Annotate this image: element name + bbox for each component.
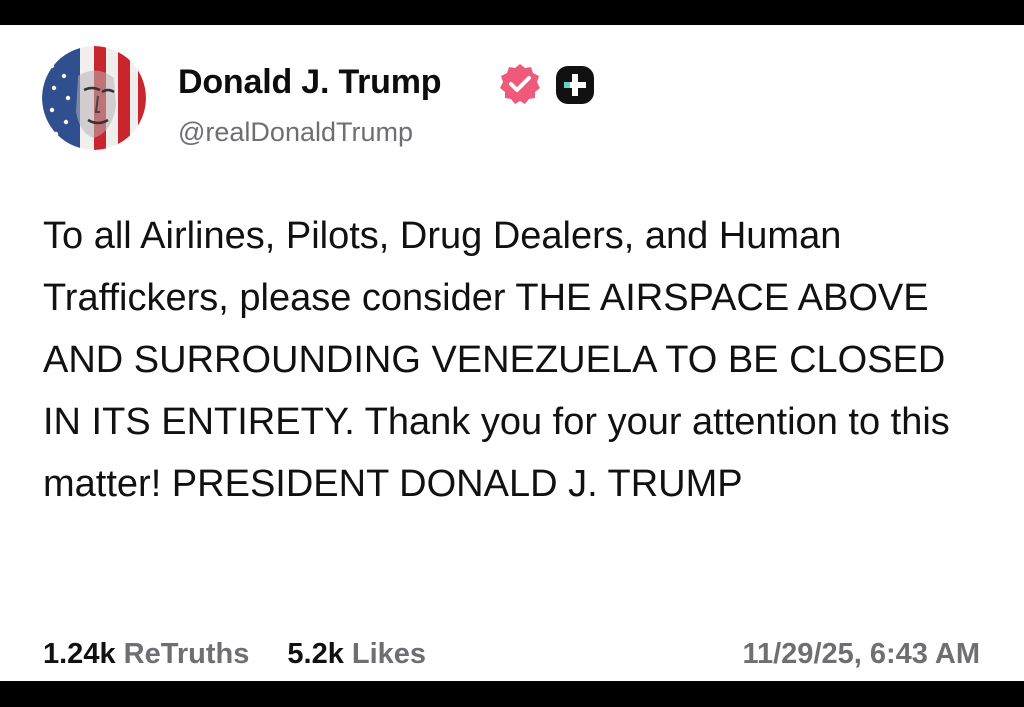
- avatar[interactable]: [42, 46, 146, 150]
- post-stats: 1.24k ReTruths 5.2k Likes: [43, 638, 426, 671]
- author-name[interactable]: Donald J. Trump: [178, 63, 442, 102]
- post-timestamp[interactable]: 11/29/25, 6:43 AM: [742, 638, 980, 671]
- top-black-bar: [0, 0, 1024, 25]
- plus-badge-icon: [555, 65, 595, 105]
- retruths-stat[interactable]: 1.24k ReTruths: [43, 638, 257, 670]
- likes-count: 5.2k: [287, 638, 344, 670]
- post-card: Donald J. Trump @realDonaldTrump To all …: [0, 25, 1024, 681]
- retruths-label: ReTruths: [123, 638, 250, 670]
- bottom-black-bar: [0, 681, 1024, 707]
- likes-label: Likes: [351, 638, 427, 670]
- avatar-image: [42, 46, 146, 150]
- author-handle[interactable]: @realDonaldTrump: [178, 117, 413, 148]
- likes-stat[interactable]: 5.2k Likes: [287, 638, 426, 670]
- verified-badge-icon: [498, 62, 542, 106]
- retruths-count: 1.24k: [43, 638, 116, 670]
- post-body: To all Airlines, Pilots, Drug Dealers, a…: [43, 215, 950, 505]
